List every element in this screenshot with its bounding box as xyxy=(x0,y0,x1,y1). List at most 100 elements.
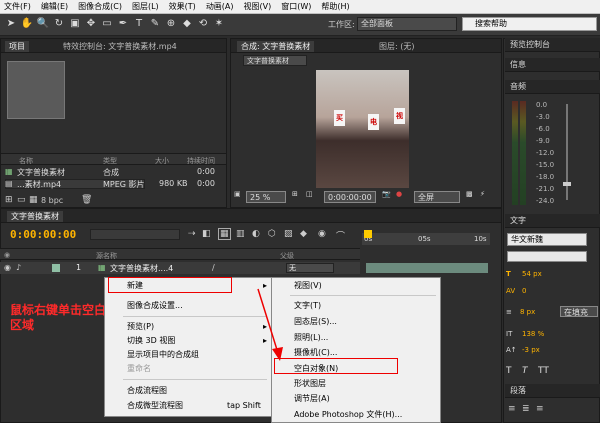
label-color-swatch[interactable] xyxy=(52,264,60,272)
graph-curve-icon[interactable]: ⌒ xyxy=(336,229,345,242)
faux-bold-icon[interactable]: T xyxy=(506,366,512,376)
menu-item-reveal-in-project[interactable]: 显示项目中的合成组 xyxy=(105,348,271,362)
graph-editor-icon[interactable]: ▨ xyxy=(284,229,293,239)
menu-item-switch-3d-view[interactable]: 切换 3D 视图 ▸ xyxy=(105,334,271,348)
bit-depth[interactable]: 8 bpc xyxy=(41,196,63,205)
submenu-item-shape-layer[interactable]: 形状图层 xyxy=(272,377,440,391)
timeline-search-input[interactable] xyxy=(90,229,180,240)
menu-composition[interactable]: 图像合成(C) xyxy=(78,1,122,12)
tab-preview-controls[interactable]: 预览控制台 xyxy=(505,38,600,52)
eye-icon[interactable]: ◉ xyxy=(4,263,11,272)
tab-paragraph[interactable]: 段落 xyxy=(505,384,600,398)
frame-blend-icon[interactable]: ▥ xyxy=(236,229,245,239)
submenu-item-adjustment-layer[interactable]: 调节层(A) xyxy=(272,392,440,406)
menu-edit[interactable]: 编辑(E) xyxy=(41,1,68,12)
auto-keyframe-icon[interactable]: ◆ xyxy=(300,229,307,239)
kerning-value[interactable]: 0 xyxy=(522,287,526,295)
draft-3d-icon[interactable]: ◧ xyxy=(202,229,211,239)
all-caps-icon[interactable]: TT xyxy=(538,366,549,376)
col-size[interactable]: 大小 xyxy=(155,156,169,166)
menu-item-preview[interactable]: 预览(P) ▸ xyxy=(105,320,271,334)
grid-icon[interactable]: ⊞ xyxy=(292,190,298,202)
interpret-footage-icon[interactable]: ⊞ xyxy=(5,195,13,205)
rotate-tool-icon[interactable]: ↻ xyxy=(52,17,66,31)
font-family-select[interactable]: 华文新魏 xyxy=(507,233,587,246)
tab-timeline[interactable]: 文字普换素材 xyxy=(7,211,63,222)
pen-tool-icon[interactable]: ✒ xyxy=(116,17,130,31)
time-ruler[interactable]: 0s 05s 10s xyxy=(362,233,490,245)
mask-visibility-icon[interactable]: ◫ xyxy=(306,190,313,202)
audio-icon[interactable]: ♪ xyxy=(16,263,21,272)
tab-effect-controls[interactable]: 特效控制台: 文字普换素材.mp4 xyxy=(59,41,181,52)
puppet-tool-icon[interactable]: ✶ xyxy=(212,17,226,31)
align-right-icon[interactable]: ≡ xyxy=(536,404,544,414)
submenu-item-photoshop-file[interactable]: Adobe Photoshop 文件(H)... xyxy=(272,408,440,422)
menu-view[interactable]: 视图(V) xyxy=(244,1,272,12)
stroke-width-value[interactable]: 8 px xyxy=(520,308,535,316)
submenu-item-solid[interactable]: 固态层(S)... xyxy=(272,315,440,329)
tab-project[interactable]: 项目 xyxy=(5,41,29,52)
layer-duration-bar[interactable] xyxy=(366,263,488,273)
col-source-name[interactable]: 源名称 xyxy=(96,251,117,261)
resolution-select[interactable]: 全屏 xyxy=(414,191,460,203)
eraser-tool-icon[interactable]: ◆ xyxy=(180,17,194,31)
stroke-mode-select[interactable]: 在填充 xyxy=(560,306,598,317)
menu-window[interactable]: 窗口(W) xyxy=(281,1,311,12)
project-row[interactable]: ▤ ...素材.mp4 MPEG 影片 980 KB 0:00 xyxy=(1,179,226,191)
submenu-item-viewer[interactable]: 视图(V) xyxy=(272,279,440,293)
menu-item-flowchart[interactable]: 合成流程图 xyxy=(105,384,271,398)
tab-character[interactable]: 文字 xyxy=(505,214,600,228)
tab-audio[interactable]: 音频 xyxy=(505,80,600,94)
zoom-tool-icon[interactable]: 🔍 xyxy=(36,17,50,31)
submenu-item-light[interactable]: 照明(L)... xyxy=(272,331,440,345)
clone-tool-icon[interactable]: ⊕ xyxy=(164,17,178,31)
workspace-select[interactable]: 全部面板 xyxy=(357,17,457,31)
keyframe-icon[interactable]: ◉ xyxy=(318,229,326,239)
comp-mini-flow-icon[interactable]: ⇢ xyxy=(188,229,196,239)
vertical-scale-value[interactable]: 138 % xyxy=(522,330,544,338)
col-duration[interactable]: 持续时间 xyxy=(187,156,215,166)
project-row[interactable]: ▦ 文字普换素材 合成 0:00 xyxy=(1,167,226,179)
audio-level-slider-handle[interactable] xyxy=(563,182,571,186)
font-size-value[interactable]: 54 px xyxy=(522,270,542,278)
hand-tool-icon[interactable]: ✋ xyxy=(20,17,34,31)
motion-blur-icon[interactable]: ◐ xyxy=(252,229,260,239)
font-style-select[interactable] xyxy=(507,251,587,262)
layer-name[interactable]: 文字普换素材....4 xyxy=(110,263,173,274)
timeline-timecode[interactable]: 0:00:00:00 xyxy=(10,228,76,241)
menu-layer[interactable]: 图层(L) xyxy=(132,1,159,12)
new-comp-icon[interactable]: ▦ xyxy=(29,195,38,205)
menu-item-comp-settings[interactable]: 图像合成设置... xyxy=(105,299,271,313)
menu-file[interactable]: 文件(F) xyxy=(4,1,31,12)
parent-select[interactable]: 无 xyxy=(286,263,334,273)
comp-name-button[interactable]: 文字普换素材 xyxy=(243,55,307,66)
help-search-input[interactable]: 搜索帮助 xyxy=(462,17,597,31)
layer-row[interactable]: ◉ ♪ 1 ▦ 文字普换素材....4 ∕ 无 xyxy=(0,262,360,274)
submenu-item-text[interactable]: 文字(T) xyxy=(272,299,440,313)
baseline-shift-value[interactable]: -3 px xyxy=(522,346,540,354)
current-time-indicator[interactable] xyxy=(364,230,372,238)
menu-effect[interactable]: 效果(T) xyxy=(169,1,196,12)
menu-animation[interactable]: 动画(A) xyxy=(206,1,234,12)
tab-layer[interactable]: 图层: (无) xyxy=(375,41,418,52)
selection-tool-icon[interactable]: ➤ xyxy=(4,17,18,31)
comp-timecode[interactable]: 0:00:00:00 xyxy=(324,191,376,203)
fast-preview-icon[interactable]: ⚡ xyxy=(480,190,485,202)
color-channel-icon[interactable]: ● xyxy=(396,190,402,202)
hide-shy-icon[interactable]: ▦ xyxy=(218,228,231,240)
roto-tool-icon[interactable]: ⟲ xyxy=(196,17,210,31)
trash-icon[interactable]: 🗑 xyxy=(81,195,92,205)
snapshot-icon[interactable]: 📷 xyxy=(382,190,391,202)
transparency-grid-icon[interactable]: ▩ xyxy=(466,190,473,202)
zoom-select[interactable]: 25 % xyxy=(246,191,286,203)
pan-behind-tool-icon[interactable]: ✥ xyxy=(84,17,98,31)
tab-info[interactable]: 信息 xyxy=(505,58,600,72)
tab-composition[interactable]: 合成: 文字普换素材 xyxy=(237,41,315,52)
pen-switch-icon[interactable]: ∕ xyxy=(212,263,215,272)
col-parent[interactable]: 父级 xyxy=(280,251,294,261)
brainstorm-icon[interactable]: ⬡ xyxy=(268,229,276,239)
faux-italic-icon[interactable]: T xyxy=(522,366,528,376)
menu-item-mini-flowchart[interactable]: 合成微型流程图 tap Shift xyxy=(105,399,271,413)
col-type[interactable]: 类型 xyxy=(103,156,117,166)
camera-tool-icon[interactable]: ▣ xyxy=(68,17,82,31)
